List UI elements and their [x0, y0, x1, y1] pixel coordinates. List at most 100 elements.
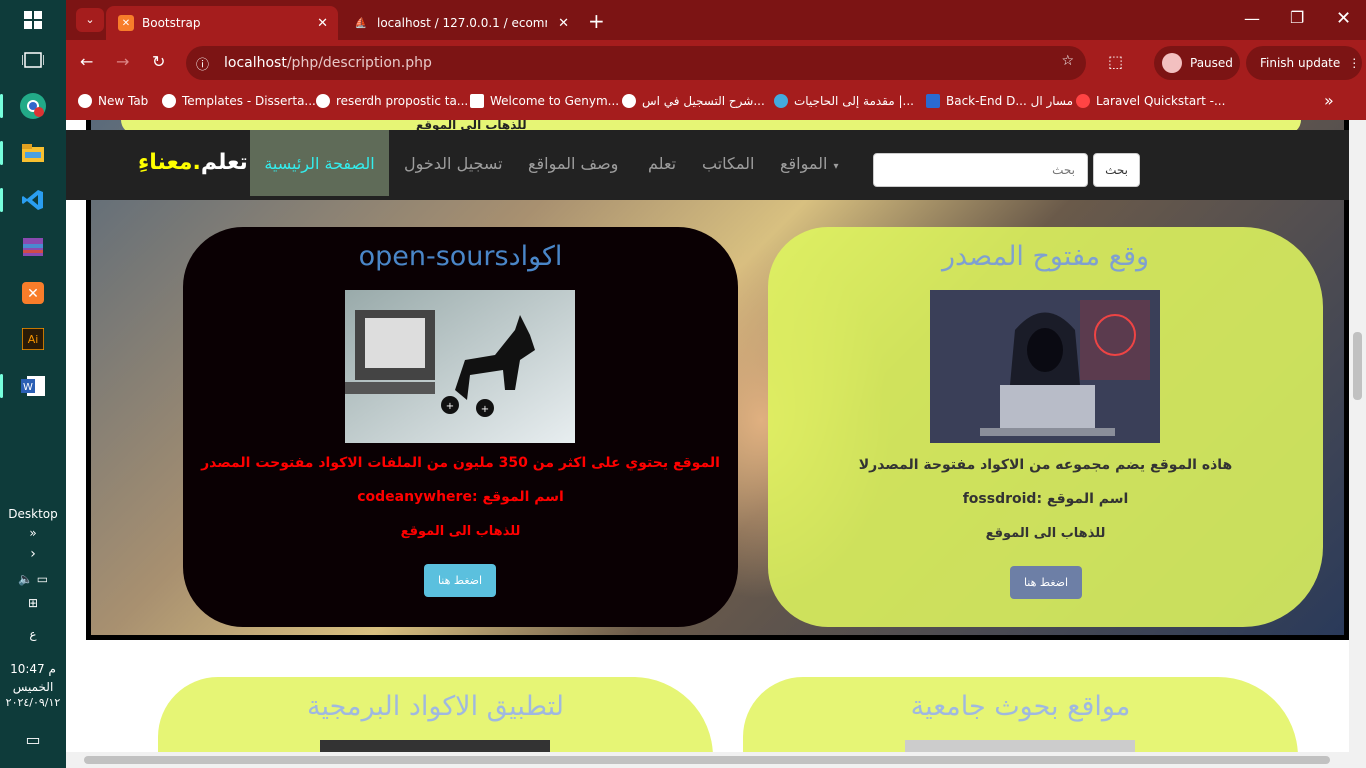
xampp-favicon-icon: ✕ [118, 15, 134, 31]
brand-text-yellow: .معناءِ [138, 150, 201, 175]
url-host: localhost [224, 55, 287, 71]
winrar-icon[interactable] [0, 227, 66, 267]
back-icon[interactable]: ← [80, 52, 93, 71]
card-title: لتطبيق الاكواد البرمجية [306, 691, 564, 722]
press-here-button[interactable]: اضغط هنا [424, 564, 496, 597]
research-image [905, 740, 1135, 752]
card-go-label: للذهاب الى الموقع [400, 524, 521, 539]
brand-text-white: تعلم [200, 150, 248, 175]
close-tab-icon[interactable]: ✕ [317, 16, 328, 31]
card-university-research: مواقع بحوث جامعية [743, 677, 1298, 752]
tab-phpmyadmin[interactable]: ⛵ localhost / 127.0.0.1 / ecommer ✕ [341, 6, 579, 40]
bookmark-arabic-2[interactable]: مقدمة إلى الحاجيات |... [774, 94, 914, 108]
bookmark-arabic-1[interactable]: شرح التسجيل في اس... [622, 94, 765, 108]
clock-date: ٢٠٢٤/٠٩/١٢ [5, 696, 61, 709]
bookmarks-overflow-icon[interactable]: » [1324, 91, 1334, 110]
forward-icon[interactable]: → [116, 52, 129, 71]
tab-title: Bootstrap [142, 16, 201, 30]
file-explorer-icon[interactable] [0, 133, 66, 173]
clock-time[interactable]: 10:47 م [0, 662, 66, 676]
bookmark-backend[interactable]: Back-End D... مسار ال [926, 94, 1073, 108]
bookmark-new-tab[interactable]: New Tab [78, 94, 148, 108]
windows-taskbar: ✕ Ai W Desktop » › 🔈 ▭ ⊞ ع 10:47 م الخمي… [0, 0, 66, 768]
desktop-label[interactable]: Desktop [0, 507, 66, 521]
vscode-icon[interactable] [0, 180, 66, 220]
word-icon[interactable]: W [0, 366, 66, 406]
network-icon[interactable]: ⊞ [0, 596, 66, 610]
illustrator-icon[interactable]: Ai [0, 319, 66, 359]
task-view-icon[interactable] [0, 40, 66, 80]
address-bar[interactable]: ⓘ localhost/php/description.php ☆ [186, 46, 1086, 80]
nav-site-description-link[interactable]: وصف المواقع [528, 154, 618, 173]
nav-learn-link[interactable]: تعلم [648, 154, 676, 173]
card-go-label: للذهاب الى الموقع [985, 526, 1106, 541]
card-title: open-soursاكواد [358, 241, 563, 272]
language-indicator[interactable]: ع [0, 627, 66, 641]
finish-update-button[interactable]: Finish update ⋮ [1246, 46, 1362, 80]
windows-start-icon[interactable] [0, 0, 66, 40]
vertical-scrollbar[interactable] [1349, 120, 1366, 752]
finish-update-label: Finish update [1260, 56, 1341, 70]
card-open-source-codes: open-soursاكواد + + الموقع يحتوي على اكث… [183, 227, 738, 627]
profile-button[interactable]: Paused [1154, 46, 1240, 80]
profile-status: Paused [1190, 56, 1233, 70]
volume-battery-icons[interactable]: 🔈 ▭ [0, 572, 66, 586]
clock-day: الخميس [12, 680, 54, 694]
svg-text:+: + [481, 404, 489, 415]
web-page: للذهاب الى الموقع open-soursاكواد + + ال… [66, 120, 1349, 752]
new-tab-icon[interactable]: + [588, 9, 605, 33]
bookmarks-bar: New Tab Templates - Disserta... reserdh … [66, 86, 1366, 120]
svg-text:Ai: Ai [28, 333, 39, 346]
brand-logo[interactable]: تعلم.معناءِ [138, 150, 248, 175]
bookmark-star-icon[interactable]: ☆ [1061, 53, 1074, 69]
close-tab-icon[interactable]: ✕ [558, 16, 569, 31]
press-here-button[interactable]: اضغط هنا [1010, 566, 1082, 599]
card-code-apps: لتطبيق الاكواد البرمجية [158, 677, 713, 752]
nav-home-link[interactable]: الصفحة الرئيسية [250, 130, 389, 196]
card-site-name: اسم الموقع :codeanywhere [357, 489, 564, 505]
trojan-horse-image: + + [345, 290, 575, 443]
svg-text:✕: ✕ [27, 286, 39, 302]
bookmark-google[interactable]: reserdh propostic ta... [316, 94, 468, 108]
card-open-source-site: وقع مفتوح المصدر هاذه الموقع يضم مجموعه … [768, 227, 1323, 627]
search-input[interactable] [873, 153, 1088, 187]
tab-bootstrap[interactable]: ✕ Bootstrap ✕ [106, 6, 338, 40]
nav-sites-dropdown[interactable]: ▾المواقع [780, 154, 838, 173]
chevron-double-down-icon[interactable]: » [0, 526, 66, 540]
caret-down-icon: ▾ [833, 161, 839, 172]
horizontal-scrollbar[interactable] [66, 752, 1366, 768]
tab-strip: ⌄ ✕ Bootstrap ✕ ⛵ localhost / 127.0.0.1 … [66, 0, 1366, 40]
hacker-image [930, 290, 1160, 443]
minimize-icon[interactable]: — [1244, 9, 1260, 28]
card-site-name: اسم الموقع :fossdroid [962, 491, 1129, 507]
bookmark-gmail[interactable]: Welcome to Genym... [470, 94, 619, 108]
url-path: /php/description.php [286, 55, 432, 71]
tab-search-icon[interactable]: ⌄ [76, 8, 104, 32]
svg-text:+: + [446, 401, 454, 412]
bookmark-laravel[interactable]: Laravel Quickstart -... [1076, 94, 1225, 108]
notification-icon[interactable]: ▭ [0, 730, 66, 749]
navbar: تعلم.معناءِ الصفحة الرئيسية تسجيل الدخول… [66, 130, 1349, 200]
scrollbar-thumb[interactable] [84, 756, 1330, 764]
svg-text:W: W [23, 382, 33, 393]
tab-title: localhost / 127.0.0.1 / ecommer [377, 16, 547, 30]
xampp-icon[interactable]: ✕ [0, 273, 66, 313]
browser-chrome: ⌄ ✕ Bootstrap ✕ ⛵ localhost / 127.0.0.1 … [66, 0, 1366, 120]
nav-login-link[interactable]: تسجيل الدخول [404, 154, 503, 173]
extensions-icon[interactable]: ⬚ [1108, 52, 1123, 71]
card-title: مواقع بحوث جامعية [910, 691, 1131, 722]
nav-libraries-link[interactable]: المكاتب [702, 154, 754, 173]
more-menu-icon: ⋮ [1348, 56, 1361, 70]
search-button[interactable]: بحث [1093, 153, 1140, 187]
bookmark-templates[interactable]: Templates - Disserta... [162, 94, 316, 108]
card-description: هاذه الموقع يضم مجموعه من الاكواد مفتوحة… [858, 457, 1233, 473]
scrollbar-thumb[interactable] [1353, 332, 1362, 400]
card-title: وقع مفتوح المصدر [941, 241, 1150, 272]
close-window-icon[interactable]: ✕ [1336, 8, 1351, 29]
site-info-icon[interactable]: ⓘ [196, 54, 209, 73]
card-description: الموقع يحتوي على اكثر من 350 مليون من ال… [201, 455, 720, 471]
chevron-right-icon[interactable]: › [0, 546, 66, 562]
restore-icon[interactable]: ❐ [1290, 8, 1304, 27]
chrome-taskbar-icon[interactable] [0, 86, 66, 126]
reload-icon[interactable]: ↻ [152, 52, 165, 71]
